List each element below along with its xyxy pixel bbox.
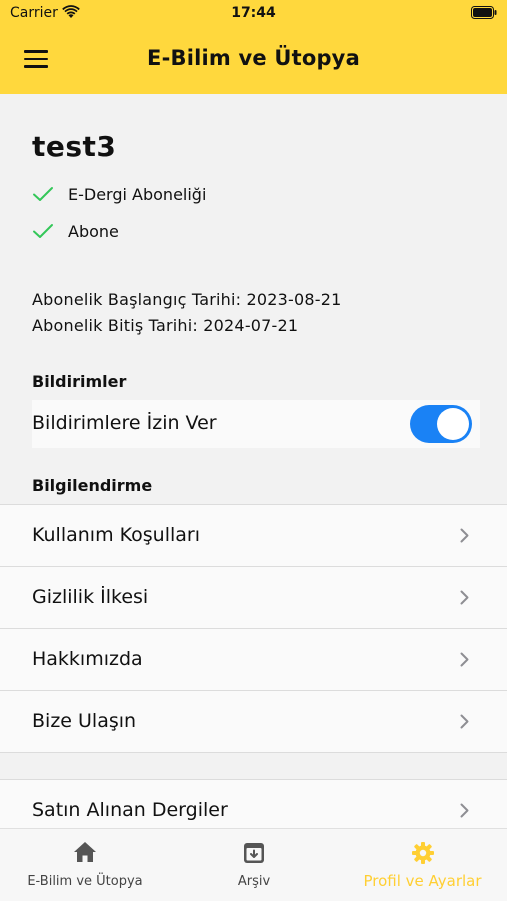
list-item-terms-of-use[interactable]: Kullanım Koşulları: [0, 504, 507, 566]
tab-label: Profil ve Ayarlar: [363, 872, 482, 890]
chevron-right-icon: [460, 803, 469, 818]
tab-bar: E-Bilim ve Ütopya Arşiv Profil ve Ayarla…: [0, 828, 507, 901]
badge-label: E-Dergi Aboneliği: [68, 184, 207, 204]
tab-label: E-Bilim ve Ütopya: [27, 874, 143, 889]
notifications-section-header: Bildirimler: [32, 372, 127, 391]
profile-settings-content[interactable]: test3 E-Dergi Aboneliği Abone Abonelik B…: [0, 94, 507, 828]
checkmark-icon: [33, 187, 53, 201]
home-icon: [74, 842, 96, 862]
purchases-list: Satın Alınan Dergiler: [0, 779, 507, 828]
tab-label: Arşiv: [237, 874, 271, 889]
list-item-label: Hakkımızda: [32, 648, 143, 670]
battery-icon: [471, 6, 497, 19]
list-item-about-us[interactable]: Hakkımızda: [0, 628, 507, 690]
list-item-purchased-magazines[interactable]: Satın Alınan Dergiler: [0, 779, 507, 828]
notifications-toggle-row: Bildirimlere İzin Ver: [32, 400, 480, 448]
status-time: 17:44: [231, 5, 276, 21]
list-item-label: Gizlilik İlkesi: [32, 586, 149, 608]
chevron-right-icon: [460, 714, 469, 729]
list-item-label: Bize Ulaşın: [32, 710, 137, 732]
chevron-right-icon: [460, 652, 469, 667]
tab-home[interactable]: E-Bilim ve Ütopya: [0, 829, 170, 901]
tab-profile-settings[interactable]: Profil ve Ayarlar: [338, 829, 507, 901]
list-item-label: Kullanım Koşulları: [32, 524, 200, 546]
subscription-end-date: Abonelik Bitiş Tarihi: 2024-07-21: [32, 316, 299, 335]
navigation-bar: E-Bilim ve Ütopya: [0, 28, 507, 94]
checkmark-icon: [33, 224, 53, 238]
badge-label: Abone: [68, 221, 119, 241]
chevron-right-icon: [460, 528, 469, 543]
tab-archive[interactable]: Arşiv: [170, 829, 338, 901]
notifications-toggle-label: Bildirimlere İzin Ver: [32, 412, 217, 434]
status-bar: Carrier 17:44: [0, 0, 507, 28]
subscription-badge-edergi: E-Dergi Aboneliği: [32, 183, 206, 205]
subscription-start-date: Abonelik Başlangıç Tarihi: 2023-08-21: [32, 290, 342, 309]
username: test3: [32, 130, 117, 163]
info-list: Kullanım Koşulları Gizlilik İlkesi Hakkı…: [0, 504, 507, 753]
page-title: E-Bilim ve Ütopya: [147, 46, 360, 70]
info-section-header: Bilgilendirme: [32, 476, 153, 495]
chevron-right-icon: [460, 590, 469, 605]
archive-icon: [244, 843, 264, 863]
list-item-contact-us[interactable]: Bize Ulaşın: [0, 690, 507, 753]
notifications-toggle-switch[interactable]: [410, 405, 472, 443]
gear-icon: [411, 842, 434, 864]
list-item-label: Satın Alınan Dergiler: [32, 799, 228, 821]
toggle-knob: [437, 408, 469, 440]
list-item-privacy-policy[interactable]: Gizlilik İlkesi: [0, 566, 507, 628]
subscription-badge-abone: Abone: [32, 220, 119, 242]
